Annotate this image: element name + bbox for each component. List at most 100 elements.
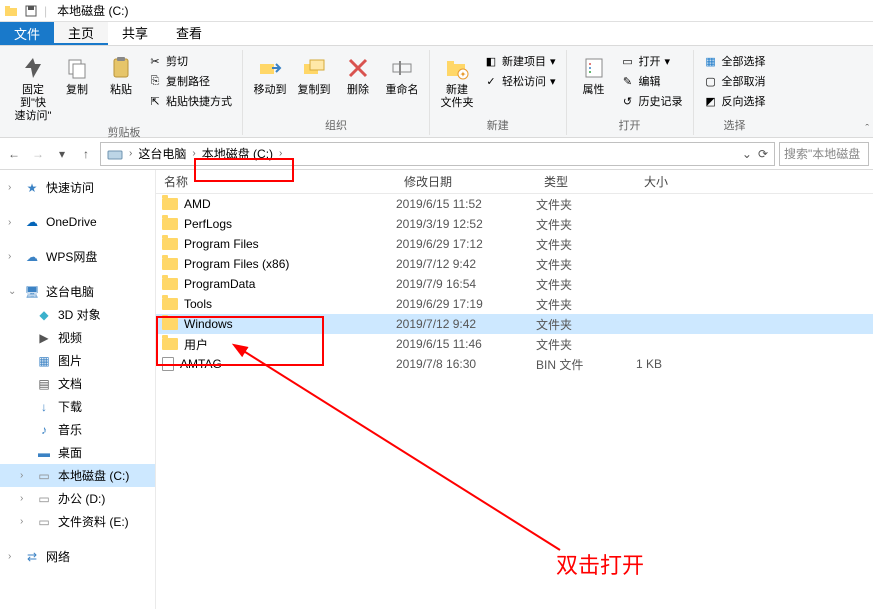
open-button[interactable]: ▭打开 ▾ [617, 52, 687, 70]
sidebar-pictures[interactable]: ▦图片 [0, 349, 155, 372]
file-row[interactable]: ProgramData2019/7/9 16:54文件夹 [156, 274, 873, 294]
rename-button[interactable]: 重命名 [381, 50, 423, 97]
tab-home[interactable]: 主页 [54, 22, 108, 45]
file-name: 用户 [184, 336, 208, 353]
paste-shortcut-button[interactable]: ⇱粘贴快捷方式 [144, 92, 236, 110]
clipboard-group-label: 剪贴板 [12, 124, 236, 142]
file-type: 文件夹 [536, 256, 636, 273]
history-button[interactable]: ↺历史记录 [617, 92, 687, 110]
window-title: 本地磁盘 (C:) [57, 2, 128, 19]
file-name: AMTAG [180, 357, 222, 371]
file-name: Windows [184, 317, 233, 331]
chevron-right-icon[interactable]: › [279, 148, 282, 159]
properties-label: 属性 [583, 84, 605, 97]
file-row[interactable]: Program Files (x86)2019/7/12 9:42文件夹 [156, 254, 873, 274]
sidebar-this-pc[interactable]: ⌄🖥这台电脑 [0, 280, 155, 303]
file-type: BIN 文件 [536, 356, 636, 373]
col-date[interactable]: 修改日期 [396, 173, 536, 190]
file-pane: 名称 修改日期 类型 大小 AMD2019/6/15 11:52文件夹PerfL… [156, 170, 873, 609]
col-size[interactable]: 大小 [636, 173, 716, 190]
ribbon-group-select: ▦全部选择 ▢全部取消 ◩反向选择 选择 [694, 50, 776, 135]
sidebar-downloads[interactable]: ↓下载 [0, 395, 155, 418]
col-name[interactable]: 名称 [156, 173, 396, 190]
sidebar-local-c[interactable]: ›▭本地磁盘 (C:) [0, 464, 155, 487]
file-row[interactable]: PerfLogs2019/3/19 12:52文件夹 [156, 214, 873, 234]
ribbon-group-clipboard: 固定到"快 速访问" 复制 粘贴 ✂剪切 ⎘复制路径 ⇱粘贴快捷方式 剪贴板 [6, 50, 243, 135]
properties-button[interactable]: 属性 [573, 50, 615, 97]
cloud-icon: ☁ [24, 214, 40, 230]
sidebar-3d-objects[interactable]: ◆3D 对象 [0, 303, 155, 326]
download-icon: ↓ [36, 399, 52, 415]
sidebar-network[interactable]: ›⇄网络 [0, 545, 155, 568]
easy-access-button[interactable]: ✓轻松访问 ▾ [480, 72, 560, 90]
sidebar-music[interactable]: ♪音乐 [0, 418, 155, 441]
tab-view[interactable]: 查看 [162, 22, 216, 45]
file-type: 文件夹 [536, 316, 636, 333]
addressbar[interactable]: › 这台电脑 › 本地磁盘 (C:) › ⌄ ⟳ [100, 142, 775, 166]
folder-icon [162, 198, 178, 210]
copy-button[interactable]: 复制 [56, 50, 98, 97]
select-all-button[interactable]: ▦全部选择 [700, 52, 770, 70]
paste-icon [107, 54, 135, 82]
move-label: 移动到 [254, 84, 287, 97]
file-row[interactable]: Tools2019/6/29 17:19文件夹 [156, 294, 873, 314]
file-row[interactable]: Windows2019/7/12 9:42文件夹 [156, 314, 873, 334]
address-dropdown-icon[interactable]: ⌄ [742, 147, 752, 161]
ribbon-collapse-icon[interactable]: ˆ [865, 123, 869, 135]
sidebar-videos[interactable]: ▶视频 [0, 326, 155, 349]
tab-file[interactable]: 文件 [0, 22, 54, 45]
chevron-right-icon[interactable]: › [129, 148, 132, 159]
file-date: 2019/6/15 11:52 [396, 197, 536, 211]
sidebar-office-d[interactable]: ›▭办公 (D:) [0, 487, 155, 510]
sidebar-onedrive[interactable]: ›☁OneDrive [0, 211, 155, 233]
save-icon[interactable] [24, 4, 38, 18]
invert-selection-button[interactable]: ◩反向选择 [700, 92, 770, 110]
new-folder-button[interactable]: ✦ 新建 文件夹 [436, 50, 478, 110]
copy-to-button[interactable]: 复制到 [293, 50, 335, 97]
move-to-button[interactable]: 移动到 [249, 50, 291, 97]
file-name: PerfLogs [184, 217, 232, 231]
sidebar-desktop[interactable]: ▬桌面 [0, 441, 155, 464]
file-row[interactable]: AMTAG2019/7/8 16:30BIN 文件1 KB [156, 354, 873, 374]
paste-button[interactable]: 粘贴 [100, 50, 142, 97]
file-row[interactable]: AMD2019/6/15 11:52文件夹 [156, 194, 873, 214]
chevron-right-icon[interactable]: › [192, 148, 195, 159]
video-icon: ▶ [36, 330, 52, 346]
star-icon: ★ [24, 180, 40, 196]
copy-path-button[interactable]: ⎘复制路径 [144, 72, 236, 90]
titlebar: | 本地磁盘 (C:) [0, 0, 873, 22]
ribbon-group-organize: 移动到 复制到 删除 重命名 组织 [243, 50, 430, 135]
delete-button[interactable]: 删除 [337, 50, 379, 97]
file-row[interactable]: 用户2019/6/15 11:46文件夹 [156, 334, 873, 354]
file-date: 2019/7/9 16:54 [396, 277, 536, 291]
tab-share[interactable]: 共享 [108, 22, 162, 45]
search-input[interactable]: 搜索"本地磁盘 [779, 142, 869, 166]
ribbon-group-new: ✦ 新建 文件夹 ◧新建项目 ▾ ✓轻松访问 ▾ 新建 [430, 50, 567, 135]
sidebar-quick-access[interactable]: ›★快速访问 [0, 176, 155, 199]
cut-button[interactable]: ✂剪切 [144, 52, 236, 70]
crumb-local-disk-c[interactable]: 本地磁盘 (C:) [198, 145, 277, 162]
sidebar-files-e[interactable]: ›▭文件资料 (E:) [0, 510, 155, 533]
new-item-button[interactable]: ◧新建项目 ▾ [480, 52, 560, 70]
edit-button[interactable]: ✎编辑 [617, 72, 687, 90]
annotation-text: 双击打开 [556, 548, 644, 580]
recent-dropdown[interactable]: ▾ [52, 142, 72, 166]
refresh-icon[interactable]: ⟳ [758, 147, 768, 161]
pin-label: 固定到"快 速访问" [12, 84, 54, 124]
copy-label: 复制 [66, 84, 88, 97]
pin-quick-access-button[interactable]: 固定到"快 速访问" [12, 50, 54, 124]
organize-group-label: 组织 [249, 117, 423, 135]
back-button[interactable]: ← [4, 142, 24, 166]
crumb-this-pc[interactable]: 这台电脑 [134, 145, 190, 162]
select-none-button[interactable]: ▢全部取消 [700, 72, 770, 90]
file-row[interactable]: Program Files2019/6/29 17:12文件夹 [156, 234, 873, 254]
col-type[interactable]: 类型 [536, 173, 636, 190]
select-none-icon: ▢ [704, 74, 718, 88]
properties-icon [580, 54, 608, 82]
folder-icon [162, 298, 178, 310]
ribbon: 固定到"快 速访问" 复制 粘贴 ✂剪切 ⎘复制路径 ⇱粘贴快捷方式 剪贴板 移… [0, 46, 873, 138]
forward-button[interactable]: → [28, 142, 48, 166]
sidebar-documents[interactable]: ▤文档 [0, 372, 155, 395]
sidebar-wps[interactable]: ›☁WPS网盘 [0, 245, 155, 268]
up-button[interactable]: ↑ [76, 142, 96, 166]
